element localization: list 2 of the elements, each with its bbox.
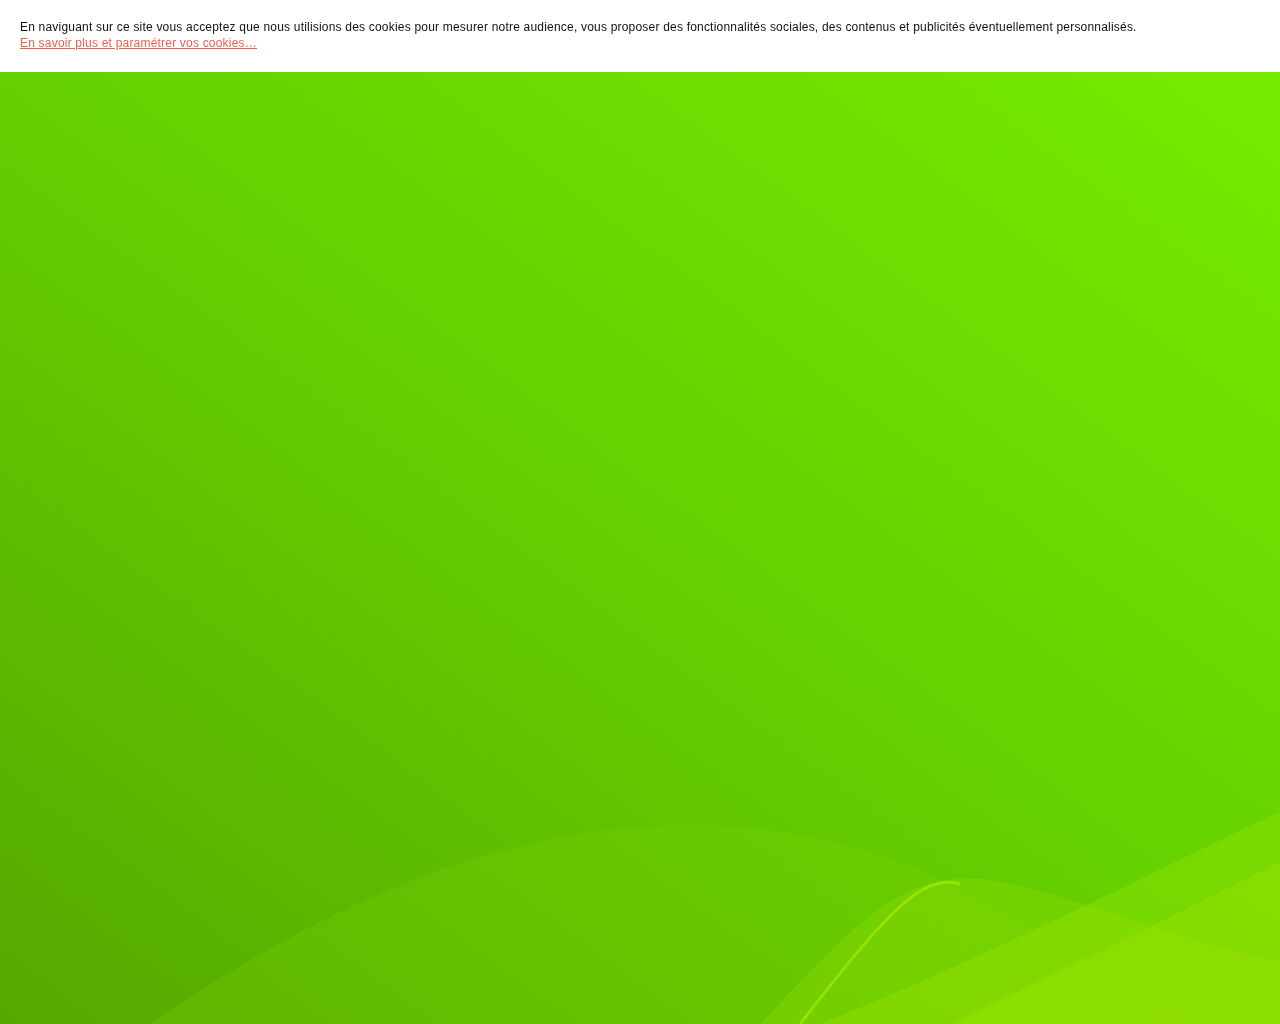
cookie-settings-link[interactable]: En savoir plus et paramétrer vos cookies…: [20, 36, 257, 50]
cookie-notice: En naviguant sur ce site vous acceptez que nous utilisions des cookies pour mesurer notre audience, vous proposer des fonctionnalités sociales, des contenus et publicités éventuellement personnalisés. En savoir plus et paramétrer vos cookies…: [20, 19, 1138, 51]
